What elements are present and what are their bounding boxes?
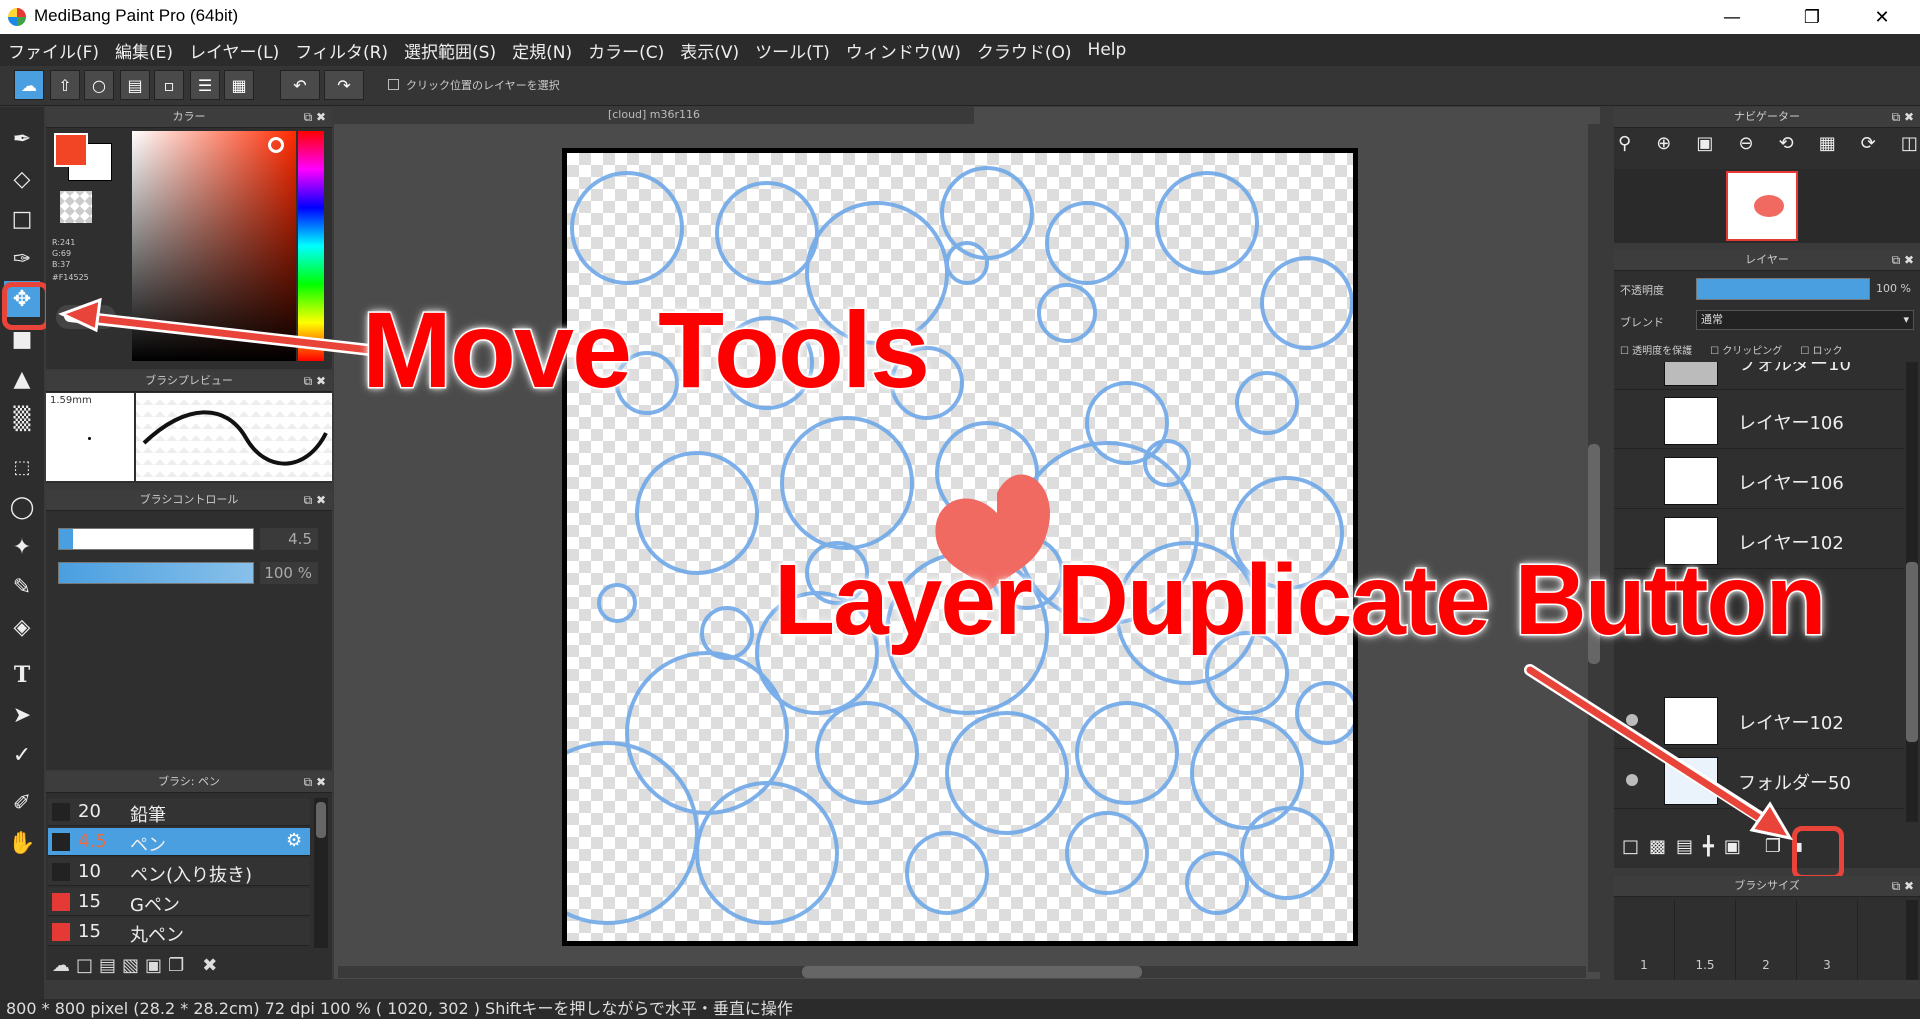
layer-duplicate-annotation: Layer Duplicate Button (773, 543, 1829, 658)
move-tools-annotation: Move Tools (360, 288, 931, 411)
annotation-arrows (58, 297, 1794, 841)
